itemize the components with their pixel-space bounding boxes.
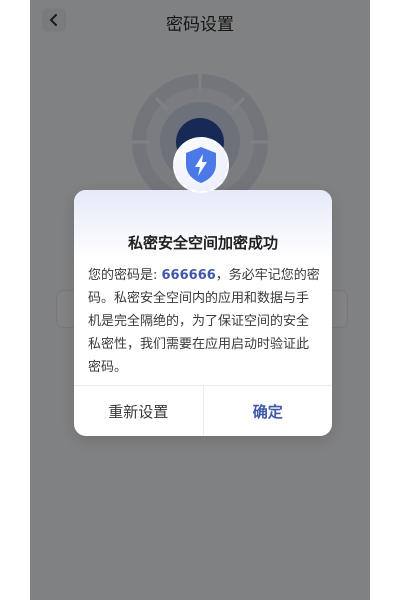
phone-screen: 密码设置 私密安全空间加密成功 您的密码是: 666666，务必牢记您的密码。私… (30, 0, 370, 600)
dialog-title: 私密安全空间加密成功 (127, 234, 278, 252)
message-prefix: 您的密码是: (88, 268, 162, 283)
dialog-message: 您的密码是: 666666，务必牢记您的密码。私密安全空间内的应用和数据与手机是… (88, 264, 320, 379)
message-suffix: ，务必牢记您的密码。私密安全空间内的应用和数据与手机是完全隔绝的，为了保证空间的… (88, 268, 320, 375)
reset-button[interactable]: 重新设置 (74, 386, 204, 436)
shield-lightning-icon (186, 147, 216, 183)
shield-badge (173, 137, 229, 193)
confirm-button[interactable]: 确定 (204, 386, 333, 436)
password-value: 666666 (161, 268, 216, 283)
success-dialog: 私密安全空间加密成功 您的密码是: 666666，务必牢记您的密码。私密安全空间… (74, 190, 332, 436)
dialog-actions: 重新设置 确定 (74, 385, 332, 436)
